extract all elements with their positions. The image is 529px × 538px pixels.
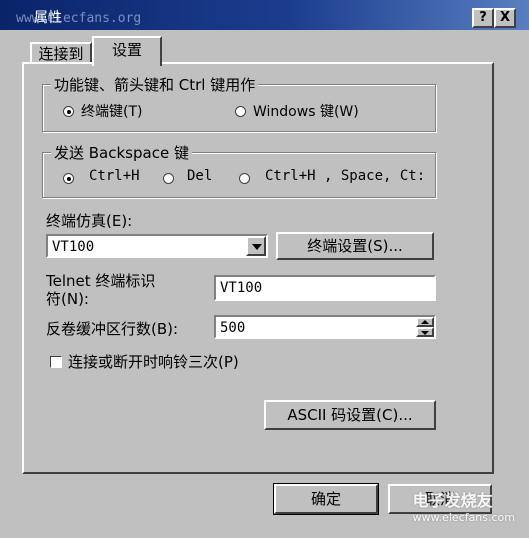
telnet-id-input[interactable]: VT100	[214, 275, 436, 301]
function-keys-legend: 功能键、箭头键和 Ctrl 键用作	[51, 74, 259, 95]
beep-label[interactable]: 连接或断开时响铃三次(P)	[68, 351, 239, 372]
windows-keys-radio[interactable]	[235, 106, 246, 117]
watermark-url: www.elecfans.com	[412, 511, 515, 524]
function-keys-group: 功能键、箭头键和 Ctrl 键用作 终端键(T) Windows 键(W)	[42, 74, 436, 132]
window-title: 属性	[34, 10, 62, 26]
ctrl-h-radio[interactable]	[63, 173, 74, 184]
spin-down-icon	[421, 331, 429, 335]
settings-panel: 功能键、箭头键和 Ctrl 键用作 终端键(T) Windows 键(W) 发送…	[22, 62, 494, 474]
spin-down-button[interactable]	[416, 327, 434, 337]
terminal-keys-label[interactable]: 终端键(T)	[81, 101, 142, 121]
backspace-group: 发送 Backspace 键 Ctrl+H Del Ctrl+H , Space…	[42, 142, 436, 198]
emulation-dropdown-button[interactable]	[246, 236, 266, 256]
tab-settings[interactable]: 设置	[92, 36, 162, 66]
windows-keys-label[interactable]: Windows 键(W)	[253, 101, 359, 121]
terminal-keys-radio[interactable]	[63, 106, 74, 117]
backspace-legend: 发送 Backspace 键	[51, 142, 192, 163]
ascii-settings-button[interactable]: ASCII 码设置(C)...	[264, 400, 436, 430]
backscroll-value: 500	[220, 320, 246, 336]
del-radio[interactable]	[163, 173, 174, 184]
terminal-settings-button[interactable]: 终端设置(S)...	[276, 232, 434, 260]
tab-connect-to-label: 连接到	[38, 45, 84, 63]
beep-checkbox[interactable]	[50, 356, 62, 368]
ctrl-h-space-radio[interactable]	[239, 173, 250, 184]
emulation-select-value: VT100	[52, 239, 95, 255]
spin-up-button[interactable]	[416, 317, 434, 327]
del-label[interactable]: Del	[187, 168, 212, 184]
backscroll-input[interactable]: 500	[214, 315, 436, 339]
telnet-id-value: VT100	[220, 280, 263, 296]
ctrl-h-space-label[interactable]: Ctrl+H , Space, Ct:	[265, 168, 425, 184]
backscroll-label: 反卷缓冲区行数(B):	[46, 320, 179, 338]
tab-connect-to[interactable]: 连接到	[30, 42, 92, 64]
spin-up-icon	[421, 320, 429, 324]
watermark-brand: 电子发烧友	[412, 491, 493, 510]
emulation-select[interactable]: VT100	[46, 234, 268, 258]
title-bar: www.elecfans.org 属性 ? X	[0, 0, 529, 30]
ok-button[interactable]: 确定	[273, 483, 379, 515]
close-button[interactable]: X	[494, 8, 516, 28]
emulation-label: 终端仿真(E):	[46, 212, 133, 230]
watermark-bottom: 电子发烧友 www.elecfans.com	[413, 487, 515, 524]
tab-settings-label: 设置	[111, 41, 142, 59]
telnet-id-label-line2: 符(N):	[46, 290, 89, 308]
help-button[interactable]: ?	[472, 8, 494, 28]
chevron-down-icon	[252, 244, 262, 250]
ctrl-h-label[interactable]: Ctrl+H	[89, 168, 140, 184]
